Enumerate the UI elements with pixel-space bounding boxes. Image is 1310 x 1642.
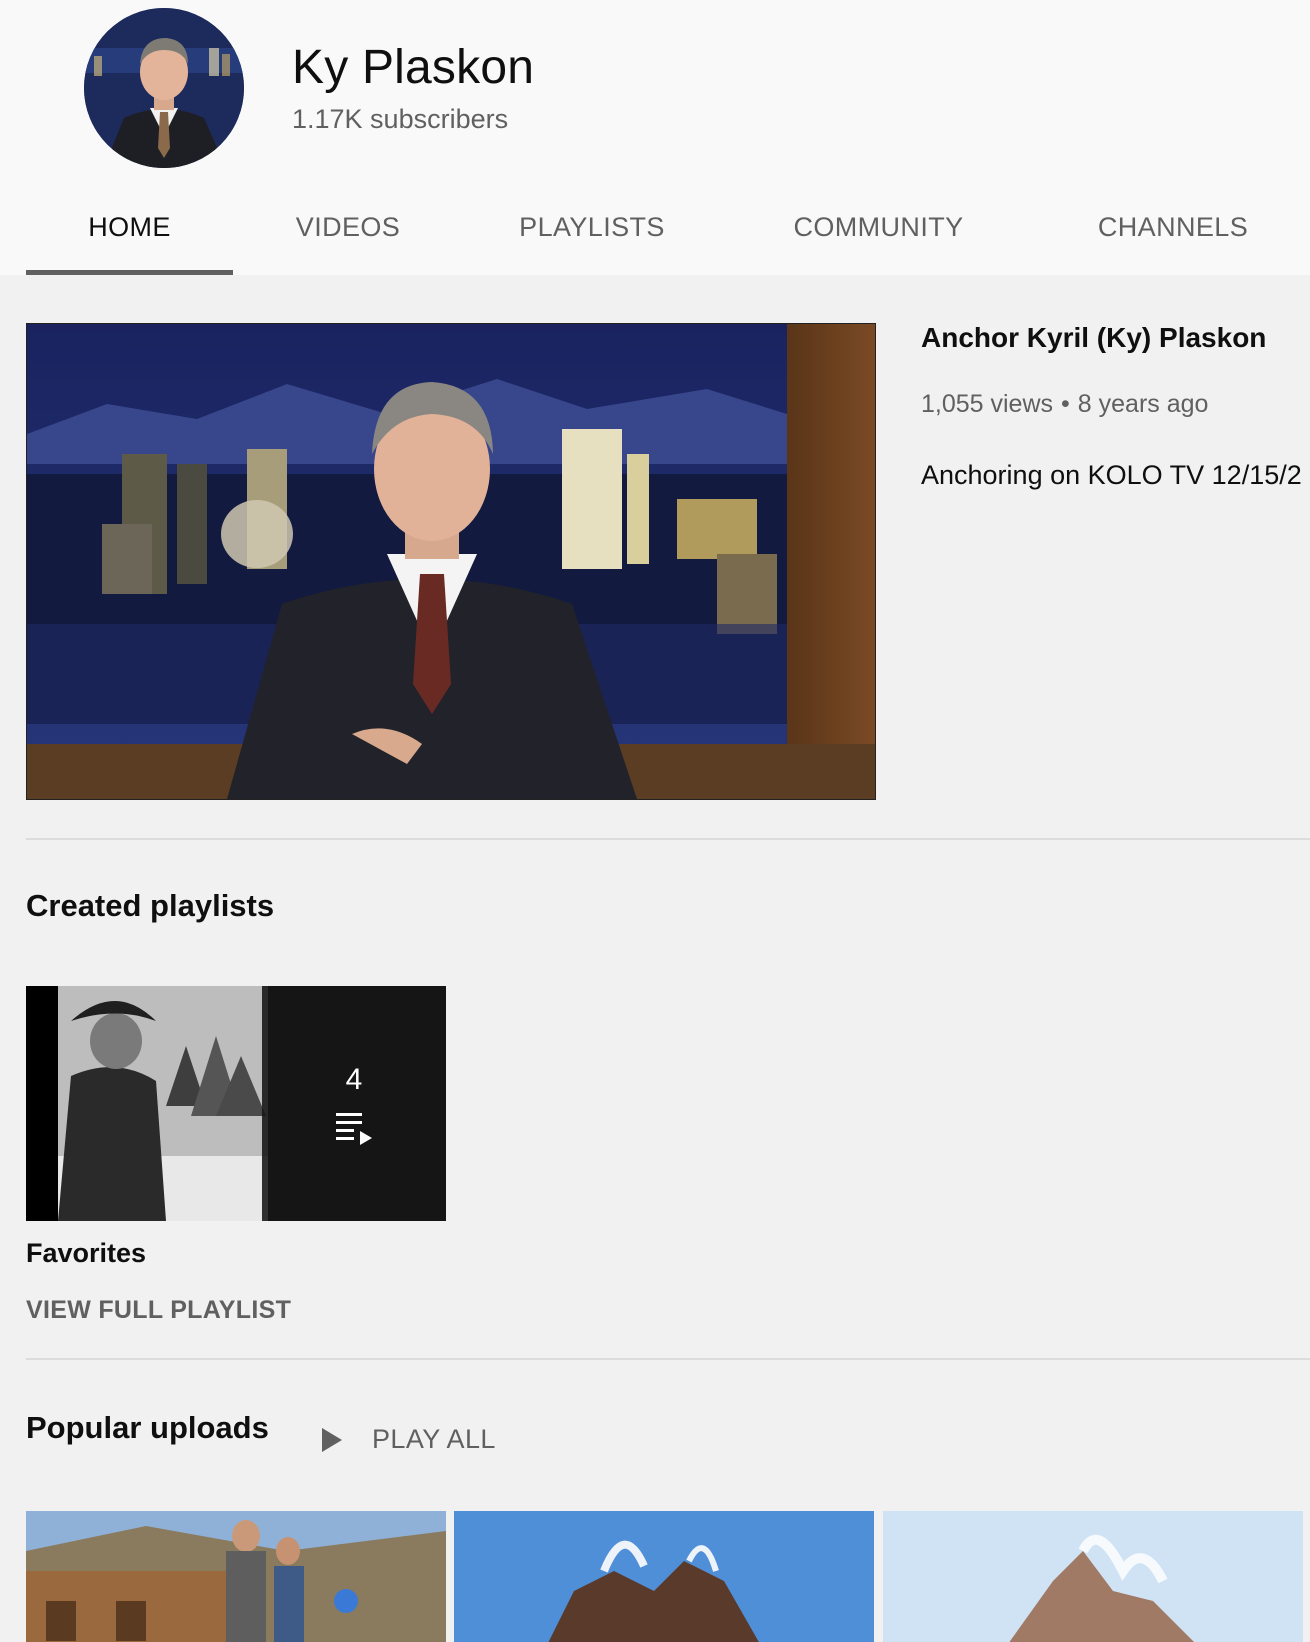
playlist-video-count: 4 <box>345 1062 363 1096</box>
featured-video-meta: 1,055 views • 8 years ago <box>921 390 1208 419</box>
playlist-title[interactable]: Favorites <box>26 1238 146 1269</box>
featured-video-title[interactable]: Anchor Kyril (Ky) Plaskon <box>921 322 1266 354</box>
upload-thumbnail[interactable] <box>26 1511 446 1642</box>
subscriber-count: 1.17K subscribers <box>292 104 509 134</box>
section-divider <box>26 838 1310 840</box>
featured-video-description: Anchoring on KOLO TV 12/15/2 <box>921 460 1302 490</box>
play-icon <box>322 1427 342 1452</box>
playlist-play-icon <box>336 1112 372 1145</box>
section-divider <box>26 1358 1310 1360</box>
tab-videos[interactable]: VIDEOS <box>233 190 463 275</box>
upload-thumbnail[interactable] <box>883 1511 1303 1642</box>
upload-thumbnail[interactable] <box>454 1511 874 1642</box>
featured-video-player[interactable] <box>26 323 876 800</box>
view-count: 1,055 views <box>921 390 1054 418</box>
channel-tabs: HOME VIDEOS PLAYLISTS COMMUNITY CHANNELS <box>26 190 1310 275</box>
view-full-playlist-link[interactable]: VIEW FULL PLAYLIST <box>26 1296 291 1325</box>
channel-page: Ky Plaskon 1.17K subscribers HOME VIDEOS… <box>0 0 1310 1642</box>
avatar[interactable] <box>84 8 244 168</box>
play-all-label: PLAY ALL <box>372 1424 496 1454</box>
created-playlists-heading[interactable]: Created playlists <box>26 888 274 924</box>
tab-community[interactable]: COMMUNITY <box>721 190 1036 275</box>
play-all-button[interactable]: PLAY ALL <box>320 1424 496 1455</box>
tab-playlists[interactable]: PLAYLISTS <box>463 190 721 275</box>
tab-channels[interactable]: CHANNELS <box>1036 190 1310 275</box>
meta-separator: • <box>1061 390 1070 418</box>
tab-home[interactable]: HOME <box>26 190 233 275</box>
channel-header: Ky Plaskon 1.17K subscribers HOME VIDEOS… <box>0 0 1310 275</box>
channel-name: Ky Plaskon <box>292 41 535 94</box>
playlist-thumbnail[interactable]: 4 <box>26 986 446 1221</box>
upload-age: 8 years ago <box>1077 390 1209 418</box>
popular-uploads-heading: Popular uploads <box>26 1410 269 1445</box>
playlist-count-overlay: 4 <box>262 986 446 1221</box>
